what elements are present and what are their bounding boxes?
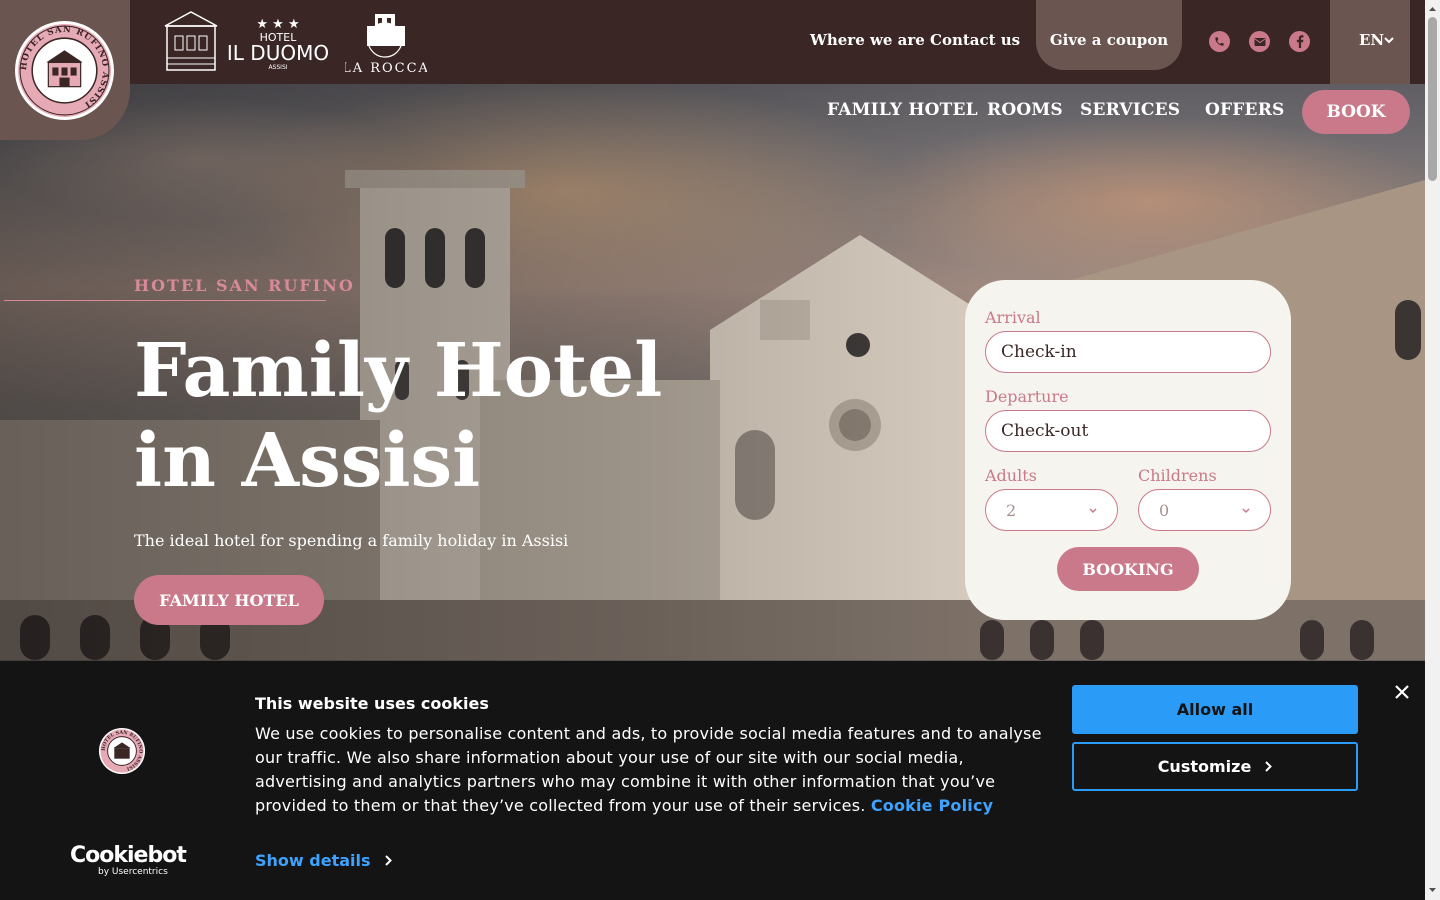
children-select[interactable]: 0 <box>1138 489 1271 531</box>
chevron-right-icon <box>384 855 392 866</box>
eyebrow-divider <box>4 300 326 301</box>
logo-tab[interactable]: HOTEL SAN RUFINO ASSISI <box>0 0 130 140</box>
nav-offers[interactable]: OFFERS <box>1205 100 1285 120</box>
adults-value: 2 <box>1006 500 1017 520</box>
language-label: EN <box>1359 31 1385 49</box>
duomo-line3: ASSISI <box>268 64 287 71</box>
chevron-right-icon <box>1265 761 1273 772</box>
nav-family-hotel[interactable]: FAMILY HOTEL <box>827 100 978 120</box>
adults-label: Adults <box>985 466 1037 485</box>
departure-date-input[interactable]: Check-out <box>985 410 1271 452</box>
cookiebot-brand-sub: by Usercentrics <box>98 867 168 877</box>
cookie-banner: HOTEL SAN RUFINO ASSISI Cookiebot by Use… <box>0 661 1425 900</box>
adults-select[interactable]: 2 <box>985 489 1118 531</box>
la-rocca-logo[interactable]: LA ROCCA <box>345 8 427 76</box>
allow-all-button[interactable]: Allow all <box>1072 685 1358 734</box>
hotel-il-duomo-logo[interactable]: ★ ★ ★ HOTEL IL DUOMO ASSISI <box>163 10 333 74</box>
customize-button[interactable]: Customize <box>1072 742 1358 791</box>
departure-label: Departure <box>985 387 1069 406</box>
phone-icon[interactable] <box>1209 31 1230 52</box>
children-value: 0 <box>1159 500 1170 520</box>
facebook-icon[interactable] <box>1289 31 1310 52</box>
book-button[interactable]: BOOK <box>1302 90 1410 134</box>
cookiebot-brand: Cookiebot <box>70 843 187 868</box>
close-icon[interactable] <box>1394 684 1410 700</box>
arrival-date-input[interactable]: Check-in <box>985 331 1271 373</box>
nav-rooms[interactable]: ROOMS <box>987 100 1063 120</box>
cookie-text-block: We use cookies to personalise content an… <box>255 722 1055 818</box>
cookie-policy-link[interactable]: Cookie Policy <box>871 796 993 815</box>
children-label: Childrens <box>1138 466 1217 485</box>
hero-eyebrow: HOTEL SAN RUFINO <box>134 276 355 295</box>
mail-icon[interactable] <box>1249 31 1270 52</box>
hero-subtitle: The ideal hotel for spending a family ho… <box>134 531 569 550</box>
hotel-san-rufino-logo[interactable]: HOTEL SAN RUFINO ASSISI <box>14 20 115 121</box>
give-coupon-tab[interactable]: Give a coupon <box>1036 0 1182 70</box>
duomo-stars: ★ ★ ★ <box>256 17 299 32</box>
give-coupon-label: Give a coupon <box>1049 31 1169 49</box>
cookie-title: This website uses cookies <box>255 694 489 713</box>
la-rocca-name: LA ROCCA <box>345 61 427 76</box>
booking-form: Arrival Check-in Departure Check-out Adu… <box>965 280 1291 620</box>
chevron-down-icon <box>1242 508 1250 514</box>
nav-services[interactable]: SERVICES <box>1080 100 1180 120</box>
hero-title: Family Hotel in Assisi <box>134 328 663 504</box>
arrival-label: Arrival <box>985 308 1041 327</box>
scrollbar-thumb[interactable] <box>1428 17 1437 181</box>
where-we-are-link[interactable]: Where we are <box>810 31 925 49</box>
cookie-banner-logo: HOTEL SAN RUFINO ASSISI <box>98 727 146 775</box>
top-bar: Where we are Contact us Give a coupon EN… <box>0 0 1425 84</box>
show-details-label: Show details <box>255 851 371 870</box>
contact-us-link[interactable]: Contact us <box>930 31 1020 49</box>
scroll-down-icon[interactable] <box>1428 886 1437 895</box>
booking-button[interactable]: BOOKING <box>1057 547 1199 591</box>
family-hotel-button[interactable]: FAMILY HOTEL <box>134 575 324 625</box>
scroll-up-icon[interactable] <box>1428 4 1437 13</box>
duomo-line2: IL DUOMO <box>227 41 329 65</box>
page-scrollbar[interactable] <box>1425 0 1440 900</box>
show-details-button[interactable]: Show details <box>255 851 392 870</box>
cookiebot-logo[interactable]: Cookiebot by Usercentrics <box>70 843 187 878</box>
language-selector[interactable]: EN <box>1330 0 1410 84</box>
chevron-down-icon <box>1089 508 1097 514</box>
customize-label: Customize <box>1157 757 1252 776</box>
chevron-down-icon <box>1384 37 1394 44</box>
